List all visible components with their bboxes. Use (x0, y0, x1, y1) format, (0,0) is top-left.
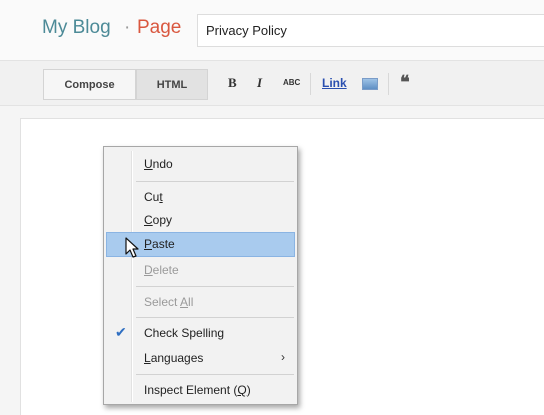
menu-item-inspect-element[interactable]: Inspect Element (Q) (106, 378, 295, 403)
html-mode-button[interactable]: HTML (136, 69, 208, 100)
toolbar-divider (310, 73, 311, 95)
title-separator: · (124, 17, 131, 38)
pointer-cursor-icon (125, 237, 139, 258)
menu-item-languages[interactable]: Languages › (106, 346, 295, 371)
menu-item-select-all: Select All (144, 295, 194, 309)
quote-icon[interactable]: ❝ (400, 72, 410, 93)
menu-item-check-spelling[interactable]: ✔ Check Spelling (106, 321, 295, 346)
menu-item-copy[interactable]: Copy (106, 208, 295, 233)
chevron-right-icon: › (281, 350, 285, 364)
compose-mode-button[interactable]: Compose (43, 69, 136, 100)
menu-item-undo[interactable]: Undo (106, 152, 295, 177)
context-menu: Undo Cut Copy Paste Delete Select All ✔ … (103, 146, 298, 405)
menu-separator (136, 286, 294, 287)
checkmark-icon: ✔ (115, 324, 127, 340)
bold-button[interactable]: B (228, 75, 237, 91)
page-label: Page (137, 17, 182, 38)
toolbar-divider (388, 73, 389, 95)
menu-separator (136, 374, 294, 375)
italic-button[interactable]: I (257, 75, 262, 91)
post-title-input[interactable]: Privacy Policy (197, 14, 544, 47)
menu-item-delete: Delete (144, 263, 179, 277)
editor-toolbar: Compose HTML B I ABC Link ❝ (0, 60, 544, 106)
menu-separator (136, 181, 294, 182)
editor-header: My Blog · Page Privacy Policy (0, 0, 544, 60)
menu-separator (136, 317, 294, 318)
image-icon[interactable] (362, 78, 378, 90)
blog-name[interactable]: My Blog (42, 17, 111, 39)
link-button[interactable]: Link (322, 76, 347, 90)
menu-item-cut[interactable]: Cut (106, 185, 295, 210)
strikethrough-button[interactable]: ABC (283, 78, 300, 87)
